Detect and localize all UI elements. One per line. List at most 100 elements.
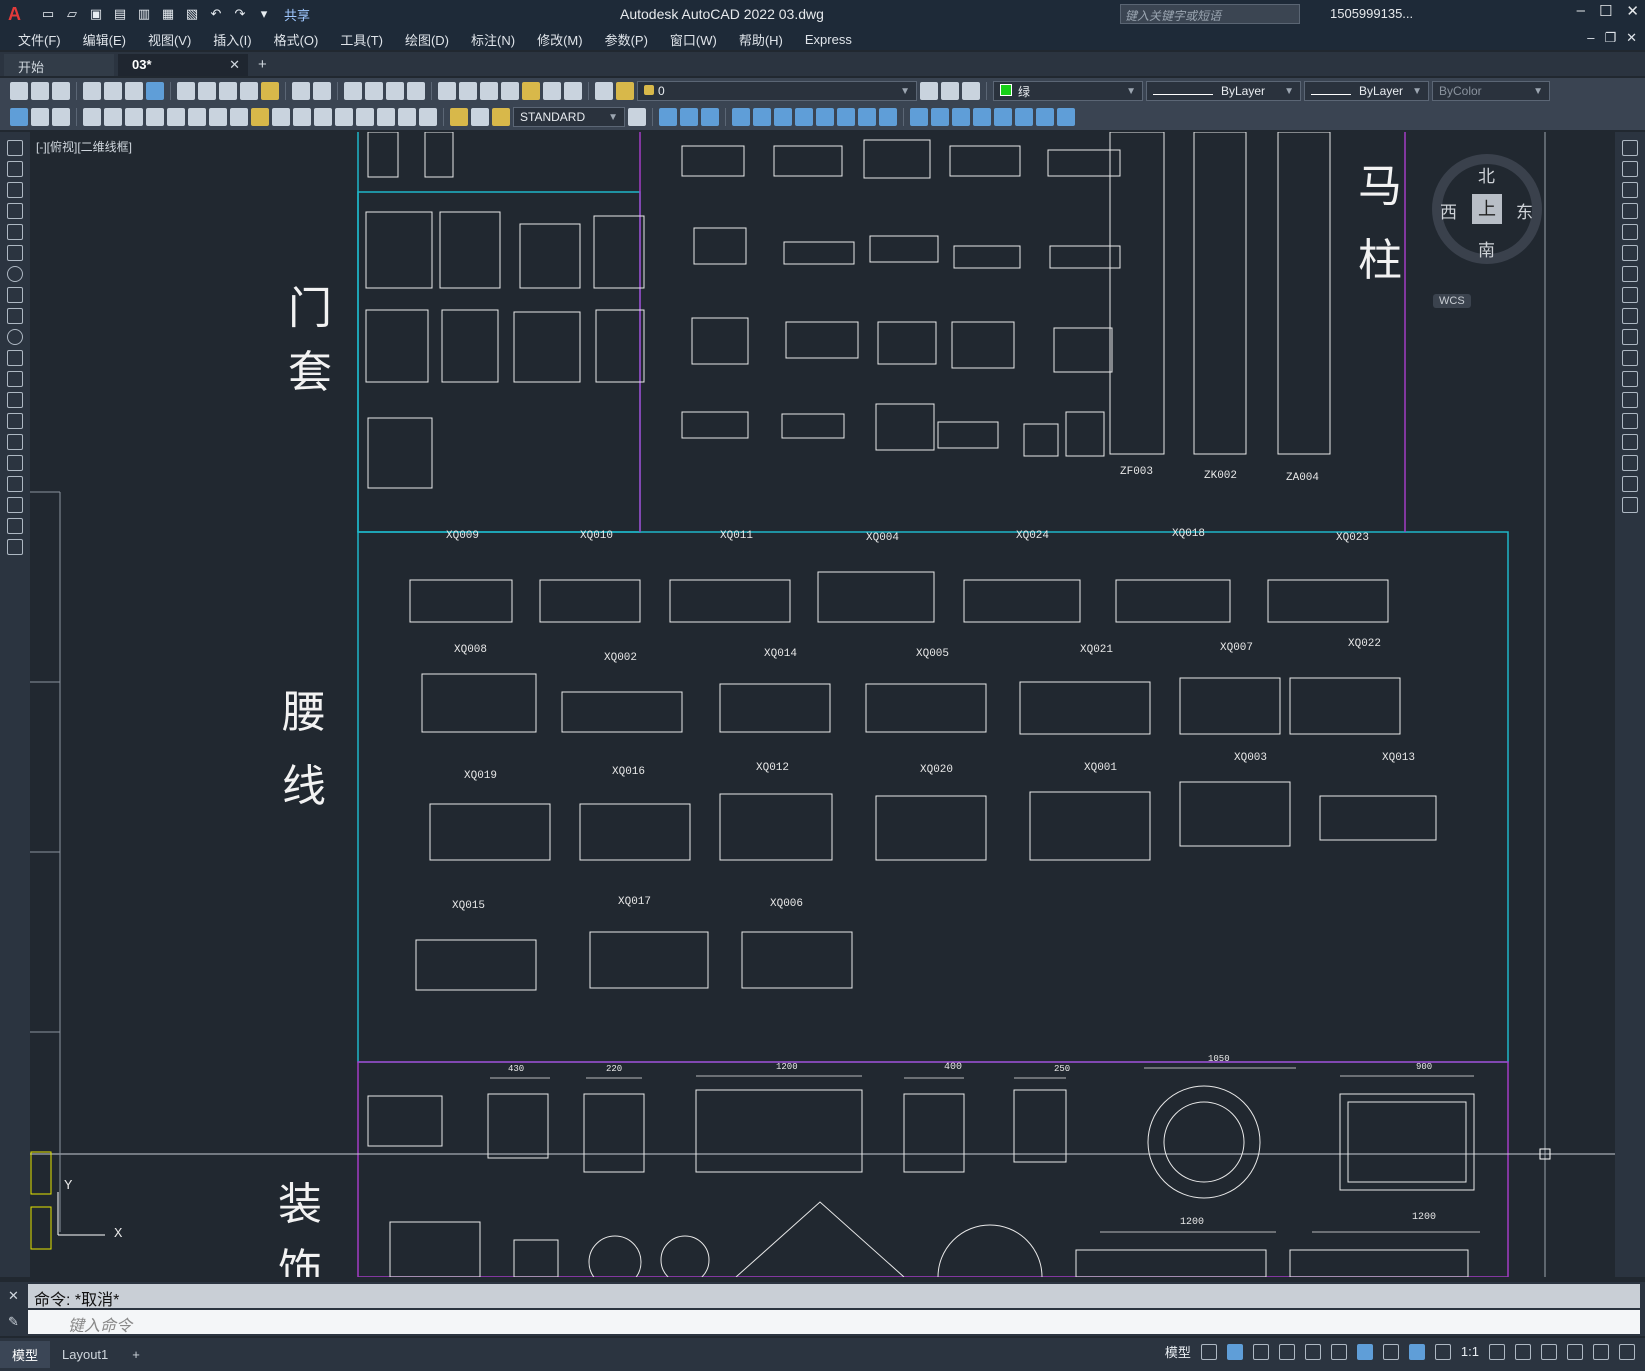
dim-arc-icon[interactable] [125,108,143,126]
trim-icon[interactable] [1622,329,1638,345]
tab-close-icon[interactable]: ✕ [229,57,240,73]
dim-radius-icon[interactable] [167,108,185,126]
dim-text-edit-icon[interactable] [471,108,489,126]
zoom-realtime-icon[interactable] [365,82,383,100]
linetype-dropdown[interactable]: ByLayer ▼ [1146,81,1301,101]
save-icon[interactable]: ▣ [86,5,106,23]
dim-angular-icon[interactable] [230,108,248,126]
annotation-scale[interactable]: 1:1 [1461,1344,1479,1359]
dim-baseline-icon[interactable] [272,108,290,126]
markup-icon[interactable] [522,82,540,100]
search-input[interactable]: 键入关键字或短语 [1120,4,1300,24]
auto-scale-icon[interactable] [1434,1343,1451,1360]
user-account[interactable]: 1505999135... [1330,6,1413,21]
model-space-button[interactable]: 模型 [1165,1342,1191,1361]
loft-icon[interactable] [1036,108,1054,126]
clean-screen-icon[interactable] [1593,1343,1609,1360]
menu-window[interactable]: 窗口(W) [670,30,717,49]
stretch-icon[interactable] [1622,308,1638,324]
circle-icon[interactable] [7,266,23,282]
fillet-icon[interactable] [1622,455,1638,471]
tab-model[interactable]: 模型 [0,1341,51,1368]
mtext-icon[interactable] [7,518,23,534]
menu-dimension[interactable]: 标注(N) [471,30,515,49]
subtract-icon[interactable] [931,108,949,126]
menu-express[interactable]: Express [805,32,852,47]
add-layout-button[interactable]: + [120,1343,152,1366]
snap-icon[interactable] [1226,1343,1243,1360]
offset-icon[interactable] [879,108,897,126]
viewcube-east[interactable]: 东 [1516,198,1533,223]
construction-line-icon[interactable] [7,161,23,177]
object-snap-icon[interactable] [1356,1343,1373,1360]
lineweight-icon[interactable] [1382,1343,1399,1360]
isodraft-icon[interactable] [1304,1343,1321,1360]
doc-restore-button[interactable]: ❐ [1604,30,1616,46]
union-icon[interactable] [910,108,928,126]
customize-qat-icon[interactable]: ▾ [254,5,274,23]
cut-icon[interactable] [177,82,195,100]
undo-icon[interactable]: ↶ [206,5,226,23]
dim-space-icon[interactable] [314,108,332,126]
calculator-icon[interactable] [543,82,561,100]
dim-ordinate-icon[interactable] [146,108,164,126]
arc-icon[interactable] [7,245,23,261]
undo-icon[interactable] [292,82,310,100]
explode-icon[interactable] [1622,497,1638,513]
dim-break-icon[interactable] [335,108,353,126]
object-track-icon[interactable] [1330,1343,1347,1360]
tab-03[interactable]: 03* ✕ [118,54,248,76]
viewcube-top-face[interactable]: 上 [1472,194,1502,224]
tool-palettes-icon[interactable] [480,82,498,100]
dim-style-icon[interactable] [628,108,646,126]
new-icon[interactable] [10,82,28,100]
annotation-visibility-icon[interactable] [1408,1343,1425,1360]
offset-icon[interactable] [1622,203,1638,219]
save-as-icon[interactable]: ▤ [110,5,130,23]
match-properties-icon[interactable] [261,82,279,100]
gradient-icon[interactable] [7,455,23,471]
viewcube-north[interactable]: 北 [1478,162,1495,187]
plus-icon[interactable] [1515,1343,1531,1360]
mirror-icon[interactable] [1622,182,1638,198]
stretch-icon[interactable] [816,108,834,126]
scale-icon[interactable] [795,108,813,126]
3d-box-icon[interactable] [659,108,677,126]
extrude-icon[interactable] [973,108,991,126]
polar-icon[interactable] [1278,1343,1295,1360]
maximize-button[interactable]: ☐ [1599,2,1612,20]
drawing-canvas[interactable]: [-][俯视][二维线框] 门 套 腰 线 装 饰 马 柱 ZF003 ZK00… [30,132,1615,1277]
menu-format[interactable]: 格式(O) [274,30,319,49]
rectangle-icon[interactable] [7,224,23,240]
center-mark-icon[interactable] [377,108,395,126]
open-file-icon[interactable]: ▱ [62,5,82,23]
menu-draw[interactable]: 绘图(D) [405,30,449,49]
3d-wedge-icon[interactable] [680,108,698,126]
copy-obj-icon[interactable] [753,108,771,126]
table-icon[interactable] [7,497,23,513]
preview-icon[interactable] [104,82,122,100]
layer-previous-icon[interactable] [941,82,959,100]
layer-properties-icon[interactable] [595,82,613,100]
polygon-icon[interactable] [7,203,23,219]
rotate-icon[interactable] [774,108,792,126]
help-icon[interactable] [564,82,582,100]
menu-modify[interactable]: 修改(M) [537,30,583,49]
gear-icon[interactable] [1489,1343,1505,1360]
viewcube[interactable]: 北 南 西 东 上 [1432,154,1542,264]
sweep-icon[interactable] [1015,108,1033,126]
array-icon[interactable] [1622,224,1638,240]
revision-cloud-icon[interactable] [7,287,23,303]
viewcube-south[interactable]: 南 [1478,236,1495,261]
jogged-linear-icon[interactable] [419,108,437,126]
3d-cone-icon[interactable] [701,108,719,126]
sheet-set-icon[interactable] [501,82,519,100]
make-current-icon[interactable] [920,82,938,100]
layer-isolate-icon[interactable] [962,82,980,100]
zoom-window-icon[interactable] [386,82,404,100]
scale-icon[interactable] [1622,287,1638,303]
minimize-button[interactable]: – [1577,2,1585,20]
break-at-point-icon[interactable] [1622,371,1638,387]
properties-icon[interactable] [438,82,456,100]
app-logo[interactable]: A [8,4,38,25]
